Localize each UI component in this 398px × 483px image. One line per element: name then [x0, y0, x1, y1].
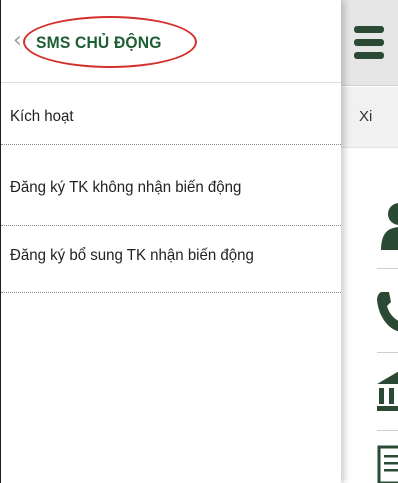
document-icon[interactable] — [377, 445, 398, 483]
menu-item-label: Đăng ký TK không nhận biến động — [10, 179, 242, 196]
phone-icon[interactable] — [377, 290, 398, 332]
user-icon[interactable] — [377, 200, 398, 250]
background-separator — [377, 430, 398, 431]
menu-item-register-no-notify[interactable]: Đăng ký TK không nhận biến động — [1, 146, 341, 226]
chevron-left-icon[interactable]: ‹ — [13, 30, 22, 52]
navigation-drawer: ‹ SMS CHỦ ĐỘNG Kích hoạt Đăng ký TK khôn… — [0, 0, 341, 483]
highlight-oval — [23, 16, 197, 68]
bank-icon[interactable] — [377, 368, 398, 412]
hamburger-icon[interactable] — [354, 26, 384, 60]
background-app-panel: Xi — [340, 0, 398, 483]
background-app-header — [341, 0, 398, 86]
background-separator — [377, 268, 398, 269]
menu-item-label: Đăng ký bổ sung TK nhận biến động — [10, 247, 254, 264]
menu-item-label: Kích hoạt — [10, 108, 74, 125]
menu-item-register-add-notify[interactable]: Đăng ký bổ sung TK nhận biến động — [1, 227, 341, 293]
background-subbar-text: Xi — [359, 108, 373, 125]
drawer-header: ‹ SMS CHỦ ĐỘNG — [1, 0, 341, 83]
menu-item-activate[interactable]: Kích hoạt — [1, 87, 341, 145]
background-separator — [377, 352, 398, 353]
